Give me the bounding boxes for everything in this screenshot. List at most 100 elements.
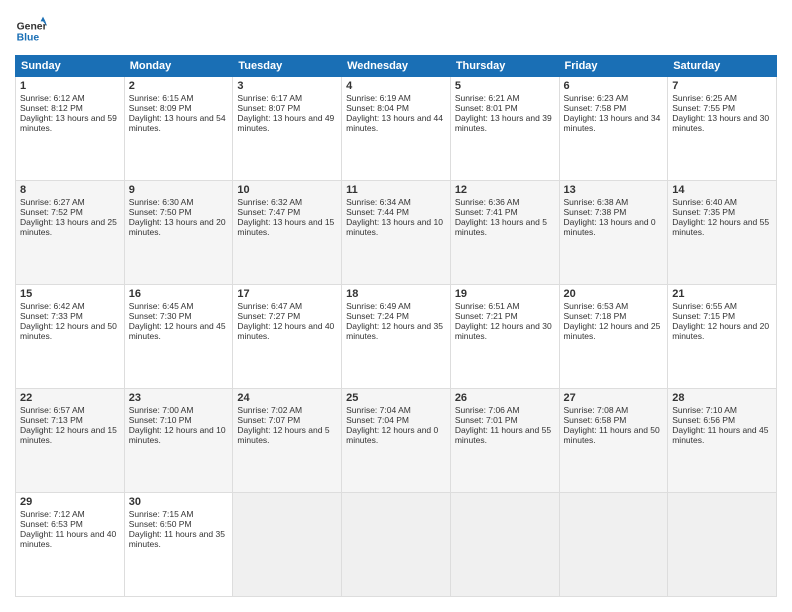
daylight-text: Daylight: 13 hours and 10 minutes.: [346, 217, 446, 237]
sunset-text: Sunset: 7:35 PM: [672, 207, 772, 217]
day-number: 14: [672, 184, 772, 196]
sunrise-text: Sunrise: 6:17 AM: [237, 93, 337, 103]
sunset-text: Sunset: 7:38 PM: [564, 207, 664, 217]
weekday-header: Thursday: [450, 56, 559, 77]
day-number: 1: [20, 80, 120, 92]
calendar-week-row: 1Sunrise: 6:12 AMSunset: 8:12 PM Daylight…: [16, 77, 777, 181]
daylight-text: Daylight: 12 hours and 15 minutes.: [20, 425, 120, 445]
calendar-cell: [668, 493, 777, 597]
sunrise-text: Sunrise: 6:36 AM: [455, 197, 555, 207]
calendar-cell: [559, 493, 668, 597]
page: General Blue SundayMondayTuesdayWednesda…: [0, 0, 792, 612]
day-number: 29: [20, 496, 120, 508]
day-number: 6: [564, 80, 664, 92]
calendar-cell: 22Sunrise: 6:57 AMSunset: 7:13 PMDayligh…: [16, 389, 125, 493]
daylight-text: Daylight: 12 hours and 30 minutes.: [455, 321, 555, 341]
calendar-cell: 1Sunrise: 6:12 AMSunset: 8:12 PMDaylight…: [16, 77, 125, 181]
daylight-text: Daylight: 11 hours and 45 minutes.: [672, 425, 772, 445]
svg-text:Blue: Blue: [17, 33, 40, 44]
daylight-text: Daylight: 13 hours and 20 minutes.: [129, 217, 229, 237]
daylight-text: Daylight: 11 hours and 50 minutes.: [564, 425, 664, 445]
sunset-text: Sunset: 8:12 PM: [20, 103, 120, 113]
sunset-text: Sunset: 7:44 PM: [346, 207, 446, 217]
sunrise-text: Sunrise: 7:12 AM: [20, 509, 120, 519]
day-number: 8: [20, 184, 120, 196]
daylight-text: Daylight: 12 hours and 25 minutes.: [564, 321, 664, 341]
calendar-week-row: 8Sunrise: 6:27 AMSunset: 7:52 PMDaylight…: [16, 181, 777, 285]
day-number: 18: [346, 288, 446, 300]
weekday-header: Tuesday: [233, 56, 342, 77]
calendar-cell: 20Sunrise: 6:53 AMSunset: 7:18 PMDayligh…: [559, 285, 668, 389]
day-number: 11: [346, 184, 446, 196]
calendar-cell: 13Sunrise: 6:38 AMSunset: 7:38 PMDayligh…: [559, 181, 668, 285]
calendar-cell: 21Sunrise: 6:55 AMSunset: 7:15 PMDayligh…: [668, 285, 777, 389]
day-number: 4: [346, 80, 446, 92]
sunrise-text: Sunrise: 6:49 AM: [346, 301, 446, 311]
day-number: 23: [129, 392, 229, 404]
weekday-header: Saturday: [668, 56, 777, 77]
day-number: 10: [237, 184, 337, 196]
day-number: 22: [20, 392, 120, 404]
weekday-header: Monday: [124, 56, 233, 77]
calendar-week-row: 22Sunrise: 6:57 AMSunset: 7:13 PMDayligh…: [16, 389, 777, 493]
calendar-cell: [233, 493, 342, 597]
calendar-cell: 10Sunrise: 6:32 AMSunset: 7:47 PMDayligh…: [233, 181, 342, 285]
calendar-cell: 9Sunrise: 6:30 AMSunset: 7:50 PMDaylight…: [124, 181, 233, 285]
calendar-cell: 14Sunrise: 6:40 AMSunset: 7:35 PMDayligh…: [668, 181, 777, 285]
sunset-text: Sunset: 6:53 PM: [20, 519, 120, 529]
day-number: 26: [455, 392, 555, 404]
calendar-cell: 2Sunrise: 6:15 AMSunset: 8:09 PMDaylight…: [124, 77, 233, 181]
calendar-cell: 29Sunrise: 7:12 AMSunset: 6:53 PMDayligh…: [16, 493, 125, 597]
daylight-text: Daylight: 12 hours and 50 minutes.: [20, 321, 120, 341]
day-number: 15: [20, 288, 120, 300]
sunset-text: Sunset: 7:58 PM: [564, 103, 664, 113]
calendar-cell: 17Sunrise: 6:47 AMSunset: 7:27 PMDayligh…: [233, 285, 342, 389]
sunrise-text: Sunrise: 6:51 AM: [455, 301, 555, 311]
daylight-text: Daylight: 13 hours and 5 minutes.: [455, 217, 555, 237]
daylight-text: Daylight: 11 hours and 35 minutes.: [129, 529, 229, 549]
calendar-cell: 28Sunrise: 7:10 AMSunset: 6:56 PMDayligh…: [668, 389, 777, 493]
calendar-cell: 27Sunrise: 7:08 AMSunset: 6:58 PMDayligh…: [559, 389, 668, 493]
sunset-text: Sunset: 7:10 PM: [129, 415, 229, 425]
sunset-text: Sunset: 7:18 PM: [564, 311, 664, 321]
sunrise-text: Sunrise: 6:12 AM: [20, 93, 120, 103]
sunset-text: Sunset: 6:56 PM: [672, 415, 772, 425]
calendar-cell: 6Sunrise: 6:23 AMSunset: 7:58 PMDaylight…: [559, 77, 668, 181]
header: General Blue: [15, 15, 777, 47]
calendar-cell: 12Sunrise: 6:36 AMSunset: 7:41 PMDayligh…: [450, 181, 559, 285]
day-number: 7: [672, 80, 772, 92]
day-number: 9: [129, 184, 229, 196]
calendar-cell: 5Sunrise: 6:21 AMSunset: 8:01 PMDaylight…: [450, 77, 559, 181]
sunrise-text: Sunrise: 7:06 AM: [455, 405, 555, 415]
sunset-text: Sunset: 6:50 PM: [129, 519, 229, 529]
calendar-cell: 18Sunrise: 6:49 AMSunset: 7:24 PMDayligh…: [342, 285, 451, 389]
sunset-text: Sunset: 7:41 PM: [455, 207, 555, 217]
sunset-text: Sunset: 7:24 PM: [346, 311, 446, 321]
daylight-text: Daylight: 13 hours and 34 minutes.: [564, 113, 664, 133]
sunset-text: Sunset: 7:13 PM: [20, 415, 120, 425]
calendar-cell: 26Sunrise: 7:06 AMSunset: 7:01 PMDayligh…: [450, 389, 559, 493]
sunset-text: Sunset: 8:09 PM: [129, 103, 229, 113]
daylight-text: Daylight: 12 hours and 55 minutes.: [672, 217, 772, 237]
sunset-text: Sunset: 7:15 PM: [672, 311, 772, 321]
day-number: 2: [129, 80, 229, 92]
sunrise-text: Sunrise: 7:10 AM: [672, 405, 772, 415]
weekday-header: Sunday: [16, 56, 125, 77]
daylight-text: Daylight: 12 hours and 35 minutes.: [346, 321, 446, 341]
sunrise-text: Sunrise: 6:23 AM: [564, 93, 664, 103]
sunrise-text: Sunrise: 6:27 AM: [20, 197, 120, 207]
weekday-header: Friday: [559, 56, 668, 77]
weekday-header: Wednesday: [342, 56, 451, 77]
day-number: 5: [455, 80, 555, 92]
day-number: 24: [237, 392, 337, 404]
sunrise-text: Sunrise: 6:34 AM: [346, 197, 446, 207]
sunset-text: Sunset: 7:47 PM: [237, 207, 337, 217]
sunset-text: Sunset: 6:58 PM: [564, 415, 664, 425]
day-number: 21: [672, 288, 772, 300]
calendar-week-row: 29Sunrise: 7:12 AMSunset: 6:53 PM Dayligh…: [16, 493, 777, 597]
sunset-text: Sunset: 8:04 PM: [346, 103, 446, 113]
daylight-text: Daylight: 12 hours and 40 minutes.: [237, 321, 337, 341]
calendar-cell: 4Sunrise: 6:19 AMSunset: 8:04 PMDaylight…: [342, 77, 451, 181]
day-number: 27: [564, 392, 664, 404]
sunrise-text: Sunrise: 6:25 AM: [672, 93, 772, 103]
